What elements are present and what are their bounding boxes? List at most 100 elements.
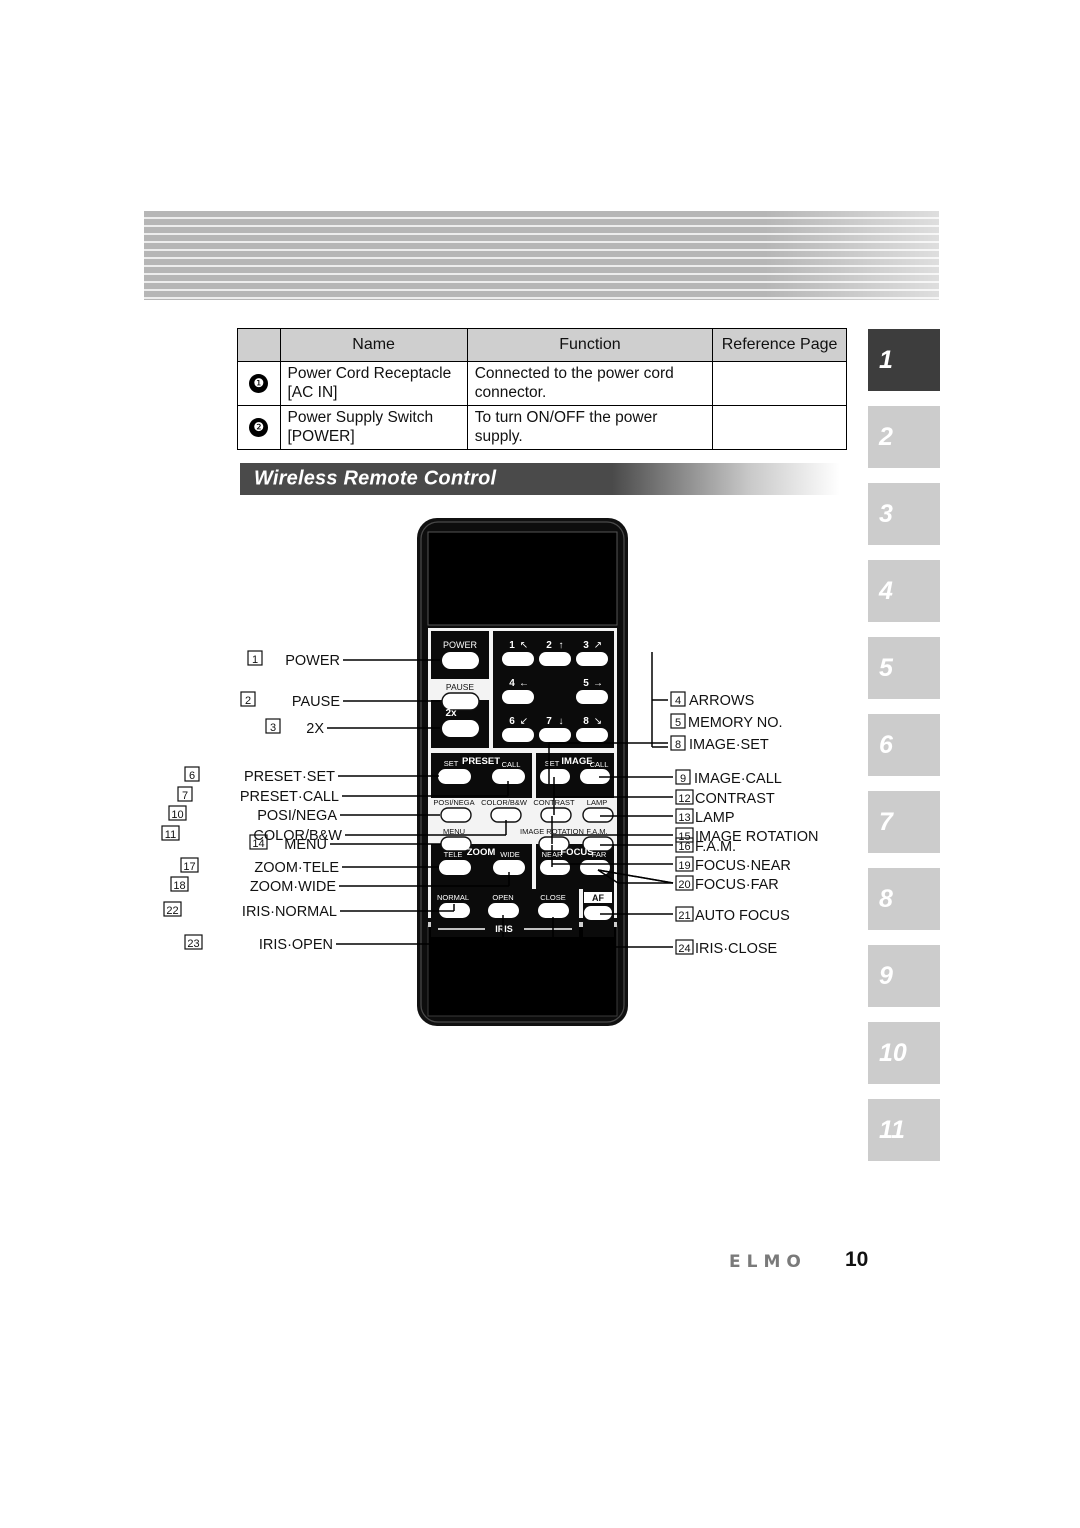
remote-key-power[interactable]: POWER (442, 640, 479, 669)
preset-call-label: CALL (502, 760, 521, 769)
specification-table: Name Function Reference Page ❶ Power Cor… (237, 328, 847, 450)
callout-right-16-num: 16 (678, 841, 690, 853)
preset-set-label: SET (444, 759, 459, 768)
table-header-row: Name Function Reference Page (237, 328, 847, 362)
tab-5[interactable]: 5 (868, 637, 940, 699)
callout-left-3: 3 2X (265, 718, 324, 737)
callout-left-10-num: 10 (171, 809, 183, 821)
row-number-cell: ❶ (237, 361, 281, 406)
callout-right-8-num: 8 (675, 739, 681, 751)
callout-right-21-label: AUTO FOCUS (695, 908, 790, 924)
callout-left-23: 23 IRIS·OPEN (184, 934, 333, 953)
iris-open-label: OPEN (492, 893, 513, 902)
elmo-logo: ELMO (729, 1252, 807, 1272)
tab-1[interactable]: 1 (868, 329, 940, 391)
keypad-1-arrow-icon: ↖ (520, 640, 528, 651)
callout-left-22-num: 22 (166, 905, 178, 917)
decorative-stripe-band (144, 211, 939, 300)
callout-left-7: 7 PRESET·CALL (177, 786, 339, 805)
callout-right-24-label: IRIS·CLOSE (695, 941, 778, 957)
keypad-5-arrow-icon: → (593, 678, 603, 689)
callout-right-5-num: 5 (675, 717, 681, 729)
remote-key-2x-label: 2x (445, 708, 457, 719)
number-badge: ❶ (249, 374, 269, 393)
row-name-line2: [POWER] (287, 427, 355, 445)
keypad-3-arrow-icon: ↗ (594, 640, 602, 651)
callout-left-22: 22 IRIS·NORMAL (163, 901, 337, 920)
callout-right-24: 24 IRIS·CLOSE (675, 939, 778, 957)
row-number-cell: ❷ (237, 405, 281, 450)
focus-group-label: FOCUS (560, 847, 593, 858)
table-header-name: Name (279, 328, 468, 362)
callout-left-1-num: 1 (252, 654, 258, 666)
tab-11[interactable]: 11 (868, 1099, 940, 1161)
callout-left-14: 14 MENU (249, 834, 327, 853)
remote-key-pause-label: PAUSE (446, 682, 475, 692)
keypad-1-label: 1 (509, 640, 515, 651)
number-badge: ❷ (249, 418, 269, 437)
callout-right-16-label: F.A.M. (695, 839, 736, 855)
table-header-function: Function (466, 328, 714, 362)
callout-left-23-label: IRIS·OPEN (259, 937, 333, 953)
callout-left-14-num: 14 (252, 838, 264, 850)
callout-right-19-num: 19 (678, 860, 690, 872)
keypad-7-arrow-icon: ↓ (559, 716, 564, 727)
zoom-group-label: ZOOM (467, 847, 496, 858)
callout-left-18: 18 ZOOM·WIDE (170, 876, 336, 895)
callout-left-10: 10 POSI/NEGA (168, 805, 337, 824)
callout-right-16: 16 F.A.M. (675, 837, 736, 855)
keypad-4-label: 4 (509, 678, 515, 689)
callout-left-7-label: PRESET·CALL (240, 789, 339, 805)
tab-7[interactable]: 7 (868, 791, 940, 853)
callout-left-3-num: 3 (270, 722, 276, 734)
remote-key-iris-close[interactable]: CLOSE (538, 893, 569, 918)
callout-left-6-num: 6 (189, 770, 195, 782)
callout-right-13-num: 13 (678, 812, 690, 824)
keypad-5-label: 5 (583, 678, 589, 689)
tab-10[interactable]: 10 (868, 1022, 940, 1084)
remote-key-power-label: POWER (443, 640, 478, 650)
tab-6[interactable]: 6 (868, 714, 940, 776)
callout-right-9: 9 IMAGE·CALL (675, 769, 782, 787)
tab-8[interactable]: 8 (868, 868, 940, 930)
page-tab-rail: 1 2 3 4 5 6 7 8 9 10 11 (868, 329, 940, 1176)
image-set-label: SET (545, 759, 560, 768)
keypad-2-arrow-icon: ↑ (559, 640, 564, 651)
image-group-label: IMAGE (561, 756, 592, 767)
callout-left-17: 17 ZOOM·TELE (180, 857, 339, 876)
callout-right-19: 19 FOCUS·NEAR (675, 856, 791, 874)
iris-normal-label: NORMAL (437, 893, 469, 902)
callout-left-6: 6 PRESET·SET (184, 766, 335, 785)
callout-right-9-num: 9 (680, 773, 686, 785)
table-row: ❷ Power Supply Switch [POWER] To turn ON… (237, 405, 847, 450)
callout-left-2-label: PAUSE (292, 694, 340, 710)
callout-left-11-num: 11 (165, 829, 176, 841)
callout-right-20-num: 20 (678, 879, 690, 891)
callout-right-12-label: CONTRAST (695, 791, 775, 807)
tab-2[interactable]: 2 (868, 406, 940, 468)
callout-left-17-num: 17 (183, 861, 195, 873)
tab-3[interactable]: 3 (868, 483, 940, 545)
remote-key-pause[interactable]: PAUSE (441, 682, 480, 711)
callout-left-14-label: MENU (284, 837, 327, 853)
row-reference-cell (712, 405, 847, 450)
lamp-label: LAMP (587, 798, 607, 807)
callout-right-19-label: FOCUS·NEAR (695, 858, 791, 874)
row-name-cell: Power Cord Receptacle [AC IN] (279, 361, 468, 406)
callout-right-20: 20 FOCUS·FAR (675, 875, 779, 893)
callout-left-7-num: 7 (182, 790, 188, 802)
right-callout-labels: 4 ARROWS 5 MEMORY NO. 8 IMAGE·SET 9 IMAG… (670, 691, 819, 957)
row-reference-cell (712, 361, 847, 406)
callout-right-8: 8 IMAGE·SET (670, 735, 769, 753)
table-row: ❶ Power Cord Receptacle [AC IN] Connecte… (237, 361, 847, 406)
row-name-line1: Power Cord Receptacle (287, 365, 452, 383)
callout-right-24-num: 24 (678, 943, 690, 955)
keypad-4-arrow-icon: ← (519, 678, 529, 689)
row-name-line1: Power Supply Switch (287, 409, 434, 427)
keypad-8-arrow-icon: ↘ (594, 716, 602, 727)
callout-left-22-label: IRIS·NORMAL (242, 904, 337, 920)
callout-right-20-label: FOCUS·FAR (695, 877, 779, 893)
tab-9[interactable]: 9 (868, 945, 940, 1007)
iris-group-label: IRIS (495, 924, 513, 934)
tab-4[interactable]: 4 (868, 560, 940, 622)
